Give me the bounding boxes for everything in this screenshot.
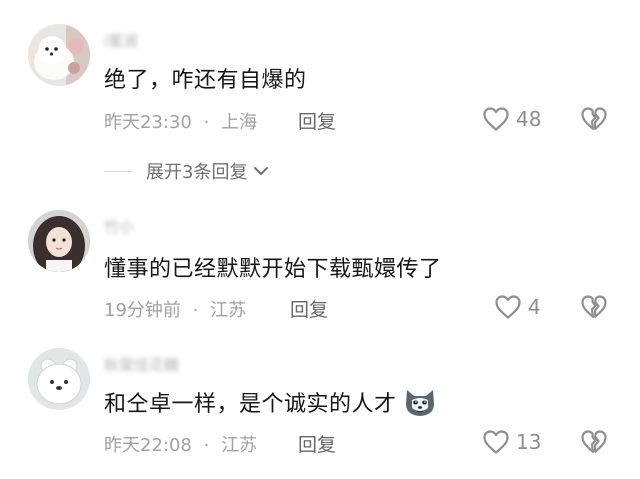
heart-outline-icon [483,430,509,454]
chevron-down-icon [254,167,269,175]
expand-replies-button[interactable]: 展开3条回复 [104,158,269,184]
like-button[interactable]: 48 [482,106,541,132]
like-count: 48 [516,107,542,131]
comment-text: 懂事的已经默默开始下载甄嬛传了 [104,251,442,283]
heart-outline-icon [495,295,521,319]
heart-outline-icon [483,107,509,131]
avatar-bear-image [28,348,90,410]
username[interactable]: 竹小 [104,216,134,237]
comment-meta: 昨天23:30 · 上海 [104,108,257,134]
reply-button[interactable]: 回复 [298,430,336,457]
dislike-button[interactable] [580,429,608,459]
comment-text: 绝了，咋还有自爆的 [104,62,307,94]
comment-time: 昨天23:30 [104,112,192,133]
broken-heart-icon [581,295,607,318]
meta-separator: · [192,300,199,321]
comment-meta: 19分钟前 · 江苏 [104,296,246,322]
reply-button[interactable]: 回复 [290,295,328,322]
avatar[interactable] [28,24,90,86]
like-count: 13 [516,430,542,454]
username[interactable]: 秋棠佳花糖 [104,354,179,375]
comment-time: 19分钟前 [104,300,181,321]
comment-time: 昨天22:08 [104,435,192,456]
meta-separator: · [203,112,210,133]
comment-text: 和仝卓一样，是个诚实的人才 [104,386,437,418]
comment-location: 上海 [221,112,258,133]
avatar-dog-image [28,24,90,86]
comment-location: 江苏 [221,435,258,456]
comment-text-content: 和仝卓一样，是个诚实的人才 [104,392,397,417]
avatar-girl-image [28,210,90,272]
avatar[interactable] [28,348,90,410]
like-button[interactable]: 4 [494,294,541,320]
username[interactable]: i蜜淑 [104,30,138,51]
meta-separator: · [203,435,210,456]
divider-line [104,170,132,172]
comment-text-content: 绝了，咋还有自爆的 [104,68,307,93]
avatar[interactable] [28,210,90,272]
comment-location: 江苏 [210,300,247,321]
like-count: 4 [528,295,541,319]
dislike-button[interactable] [580,294,608,324]
like-button[interactable]: 13 [482,429,541,455]
comment-text-content: 懂事的已经默默开始下载甄嬛传了 [104,257,442,282]
broken-heart-icon [581,107,607,130]
dislike-button[interactable] [580,106,608,136]
reply-button[interactable]: 回复 [298,107,336,134]
broken-heart-icon [581,430,607,453]
husky-dog-emoji [405,390,434,416]
expand-replies-label: 展开3条回复 [146,162,248,183]
comment-meta: 昨天22:08 · 江苏 [104,431,257,457]
